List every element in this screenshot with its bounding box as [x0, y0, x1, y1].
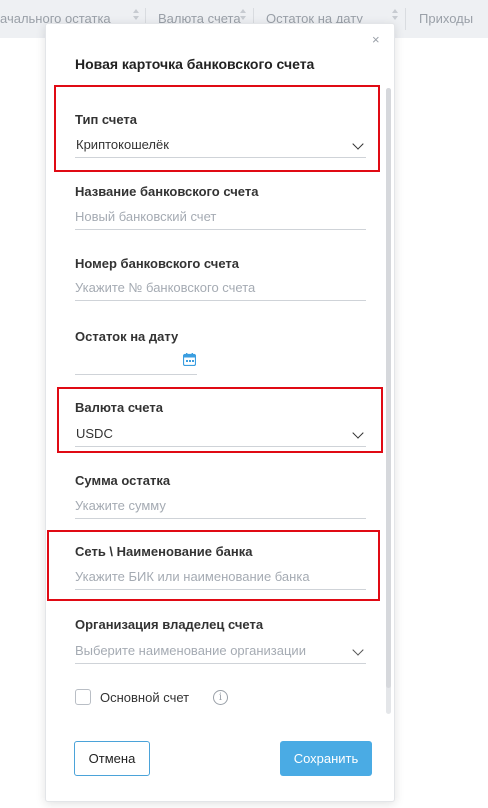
main-account-label: Основной счет [100, 690, 190, 705]
owner-org-select[interactable]: Выберите наименование организации [75, 639, 366, 664]
highlight-box [54, 85, 380, 172]
highlight-box [47, 530, 380, 601]
main-account-checkbox[interactable] [75, 689, 91, 705]
save-button[interactable]: Сохранить [280, 741, 372, 776]
highlight-box [57, 387, 383, 453]
balance-date-input[interactable] [75, 350, 197, 375]
account-name-label: Название банковского счета [75, 184, 259, 199]
account-name-placeholder: Новый банковский счет [75, 209, 217, 224]
account-number-label: Номер банковского счета [75, 256, 240, 271]
owner-org-label: Организация владелец счета [75, 617, 264, 632]
info-icon[interactable]: i [213, 690, 228, 705]
balance-amount-label: Сумма остатка [75, 473, 171, 488]
scrollbar-thumb[interactable] [386, 88, 391, 688]
calendar-icon[interactable] [183, 353, 196, 366]
owner-org-placeholder: Выберите наименование организации [75, 643, 306, 658]
account-number-placeholder: Укажите № банковского счета [75, 280, 256, 295]
chevron-down-icon [352, 644, 364, 656]
column-header-income[interactable]: Приходы [419, 11, 473, 26]
balance-amount-input[interactable]: Укажите сумму [75, 494, 366, 519]
column-divider [405, 8, 406, 30]
account-number-input[interactable]: Укажите № банковского счета [75, 276, 366, 301]
account-name-input[interactable]: Новый банковский счет [75, 205, 366, 230]
balance-amount-placeholder: Укажите сумму [75, 498, 166, 513]
close-icon[interactable]: × [372, 32, 380, 47]
modal-title: Новая карточка банковского счета [75, 56, 315, 72]
cancel-button[interactable]: Отмена [74, 741, 150, 776]
balance-date-label: Остаток на дату [75, 329, 179, 344]
